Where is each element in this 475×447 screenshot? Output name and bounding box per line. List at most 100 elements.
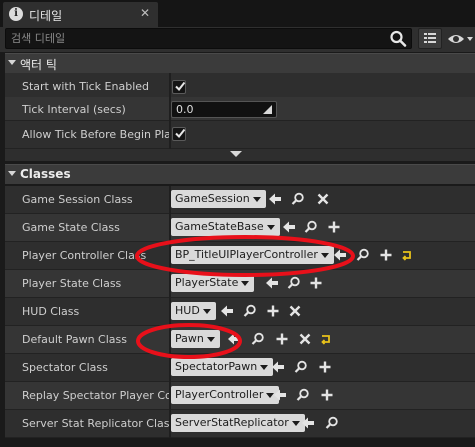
- view-options-button[interactable]: [446, 30, 474, 48]
- start-tick-checkbox[interactable]: [172, 80, 186, 94]
- browse-search-icon[interactable]: [291, 192, 305, 206]
- property-label: Player State Class: [22, 277, 122, 290]
- reset-to-default-icon[interactable]: [319, 332, 333, 346]
- clear-x-icon[interactable]: [316, 192, 330, 206]
- section-title: 액터 틱: [20, 58, 57, 72]
- use-selected-arrow-icon[interactable]: [273, 388, 287, 402]
- add-plus-icon[interactable]: [320, 388, 334, 402]
- browse-search-icon[interactable]: [356, 248, 370, 262]
- server-stat-combo[interactable]: ServerStatReplicator: [171, 414, 305, 432]
- server-stat-row: Server Stat Replicator Class ServerStatR…: [5, 410, 475, 438]
- allow-tick-checkbox[interactable]: [172, 127, 186, 141]
- browse-search-icon[interactable]: [296, 388, 310, 402]
- property-label: Default Pawn Class: [22, 333, 127, 346]
- eye-icon: [448, 35, 473, 43]
- combo-value: PlayerController: [175, 388, 264, 401]
- property-label: Replay Spectator Player Controller Class: [22, 389, 169, 402]
- details-tab[interactable]: i 디테일 ✕: [3, 2, 158, 27]
- replay-spectator-row: Replay Spectator Player Controller Class…: [5, 382, 475, 410]
- property-label: Server Stat Replicator Class: [22, 417, 169, 430]
- section-title: Classes: [20, 167, 71, 181]
- player-state-row: Player State Class PlayerState: [5, 270, 475, 298]
- tick-interval-input[interactable]: 0.0: [171, 101, 277, 118]
- combo-value: GameSession: [175, 192, 250, 205]
- search-input[interactable]: [6, 29, 386, 48]
- dropdown-arrow-icon: [202, 309, 211, 314]
- search-box[interactable]: [5, 28, 412, 49]
- use-selected-arrow-icon[interactable]: [227, 332, 241, 346]
- advanced-expand-bar[interactable]: [5, 149, 475, 161]
- spectator-row: Spectator Class SpectatorPawn: [5, 354, 475, 382]
- actor-tick-header[interactable]: 액터 틱: [5, 53, 475, 73]
- reset-to-default-icon[interactable]: [400, 248, 414, 262]
- browse-search-icon[interactable]: [304, 220, 318, 234]
- add-plus-icon[interactable]: [275, 332, 289, 346]
- classes-header[interactable]: Classes: [5, 164, 475, 184]
- hud-row: HUD Class HUD: [5, 298, 475, 326]
- collapse-arrow-icon: [8, 171, 16, 176]
- dropdown-arrow-icon: [206, 337, 215, 342]
- use-selected-arrow-icon[interactable]: [265, 276, 279, 290]
- player-controller-combo[interactable]: BP_TitleUIPlayerController: [171, 246, 334, 264]
- combo-value: HUD: [175, 304, 200, 317]
- info-icon: i: [9, 7, 23, 21]
- default-pawn-row: Default Pawn Class Pawn: [5, 326, 475, 354]
- spectator-combo[interactable]: SpectatorPawn: [171, 358, 274, 376]
- clear-x-icon[interactable]: [298, 332, 312, 346]
- property-label: Start with Tick Enabled: [22, 80, 150, 93]
- default-pawn-combo[interactable]: Pawn: [171, 330, 220, 348]
- search-row: [0, 27, 475, 52]
- browse-search-icon[interactable]: [243, 304, 257, 318]
- allow-tick-row: Allow Tick Before Begin Play: [5, 121, 475, 149]
- use-selected-arrow-icon[interactable]: [220, 304, 234, 318]
- combo-value: PlayerState: [175, 276, 239, 289]
- dropdown-arrow-icon: [252, 197, 261, 202]
- clear-x-icon[interactable]: [288, 304, 302, 318]
- add-plus-icon[interactable]: [266, 304, 280, 318]
- add-plus-icon[interactable]: [327, 220, 341, 234]
- tick-interval-row: Tick Interval (secs) 0.0: [5, 97, 475, 121]
- player-controller-row: Player Controller Class BP_TitleUIPlayer…: [5, 242, 475, 270]
- search-icon[interactable]: [389, 30, 407, 48]
- browse-search-icon[interactable]: [287, 276, 301, 290]
- property-label: Tick Interval (secs): [22, 103, 126, 116]
- expand-arrow-icon: [230, 151, 242, 157]
- use-selected-arrow-icon[interactable]: [271, 360, 285, 374]
- grid-icon: [424, 33, 436, 43]
- use-selected-arrow-icon[interactable]: [333, 248, 347, 262]
- combo-value: BP_TitleUIPlayerController: [175, 248, 318, 261]
- browse-search-icon[interactable]: [251, 332, 265, 346]
- add-plus-icon[interactable]: [309, 276, 323, 290]
- combo-value: SpectatorPawn: [175, 360, 258, 373]
- game-state-combo[interactable]: GameStateBase: [171, 218, 280, 236]
- use-selected-arrow-icon[interactable]: [268, 192, 282, 206]
- checkmark-icon: [175, 128, 186, 139]
- collapse-arrow-icon: [8, 60, 16, 65]
- add-plus-icon[interactable]: [318, 360, 332, 374]
- browse-search-icon[interactable]: [325, 416, 339, 430]
- dropdown-arrow-icon: [260, 365, 269, 370]
- tick-interval-value: 0.0: [176, 103, 194, 116]
- use-selected-arrow-icon[interactable]: [301, 416, 315, 430]
- hud-combo[interactable]: HUD: [171, 302, 216, 320]
- game-session-combo[interactable]: GameSession: [171, 190, 266, 208]
- dropdown-arrow-icon: [291, 421, 300, 426]
- combo-value: ServerStatReplicator: [175, 416, 289, 429]
- add-plus-icon[interactable]: [379, 248, 393, 262]
- title-bar: i 디테일 ✕: [0, 0, 475, 27]
- close-icon[interactable]: ✕: [140, 6, 150, 20]
- checkmark-icon: [175, 81, 186, 92]
- property-label: Spectator Class: [22, 361, 108, 374]
- player-state-combo[interactable]: PlayerState: [171, 274, 255, 292]
- property-label: Allow Tick Before Begin Play: [22, 128, 169, 141]
- drag-handle-icon[interactable]: [263, 105, 272, 114]
- property-label: Game Session Class: [22, 193, 133, 206]
- browse-search-icon[interactable]: [294, 360, 308, 374]
- dropdown-arrow-icon: [266, 225, 275, 230]
- property-label: Player Controller Class: [22, 249, 147, 262]
- property-matrix-button[interactable]: [418, 28, 442, 49]
- column-divider[interactable]: [169, 121, 171, 149]
- replay-spectator-combo[interactable]: PlayerController: [171, 386, 280, 404]
- tab-title: 디테일: [29, 9, 63, 23]
- use-selected-arrow-icon[interactable]: [282, 220, 296, 234]
